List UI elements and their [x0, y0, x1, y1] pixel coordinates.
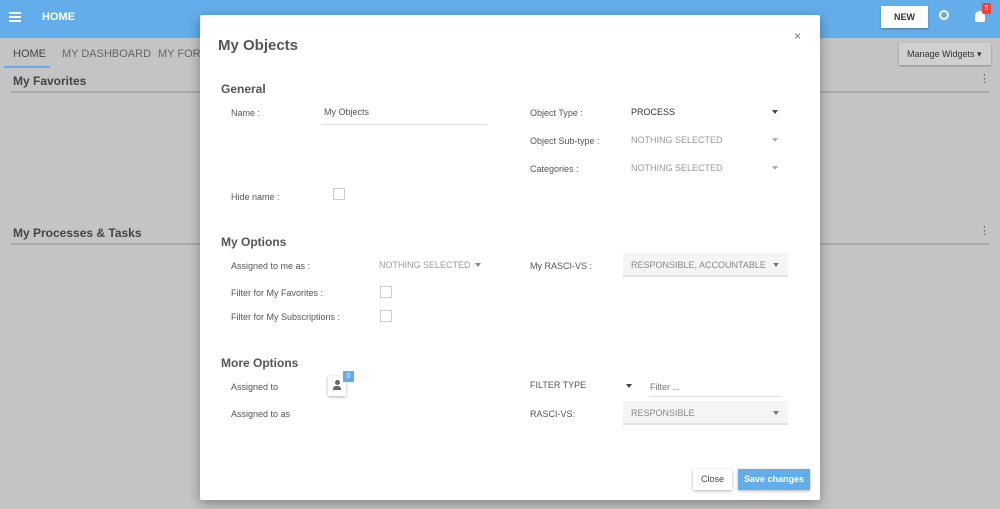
assigned-to-me-value: NOTHING SELECTED [379, 260, 471, 270]
rasci-vs-label: RASCI-VS: [530, 409, 576, 419]
my-rasci-select[interactable]: RESPONSIBLE, ACCOUNTABLE [623, 253, 788, 277]
manage-widgets-label: Manage Widgets [907, 49, 975, 59]
rasci-vs-value: RESPONSIBLE [631, 408, 695, 418]
save-changes-button[interactable]: Save changes [738, 469, 810, 490]
name-label: Name : [231, 108, 261, 118]
notification-badge: 5 [982, 3, 991, 14]
chevron-down-icon [475, 263, 481, 267]
my-rasci-value: RESPONSIBLE, ACCOUNTABLE [631, 260, 766, 270]
assigned-to-me-select[interactable]: NOTHING SELECTED [372, 255, 487, 275]
more-options-icon[interactable]: ⋮ [979, 224, 990, 237]
manage-widgets-button[interactable]: Manage Widgets ▾ [899, 43, 991, 65]
search-icon[interactable] [939, 10, 949, 20]
my-options-heading: My Options [221, 235, 287, 249]
object-type-select[interactable]: PROCESS [623, 101, 788, 121]
assigned-count-badge: 0 [343, 371, 354, 382]
chevron-down-icon [772, 166, 778, 170]
active-tab-indicator [4, 66, 50, 68]
chevron-down-icon [773, 411, 779, 415]
general-heading: General [221, 82, 266, 96]
filter-favorites-checkbox[interactable] [380, 286, 392, 298]
chevron-down-icon [772, 110, 778, 114]
filter-favorites-label: Filter for My Favorites : [231, 288, 324, 298]
chevron-down-icon [772, 138, 778, 142]
chevron-down-icon [773, 263, 779, 267]
sub-type-value: NOTHING SELECTED [631, 135, 723, 145]
assigned-to-me-label: Assigned to me as : [231, 261, 311, 271]
assigned-to-label: Assigned to [231, 382, 279, 392]
close-button[interactable]: Close [693, 469, 732, 490]
menu-icon[interactable] [9, 12, 21, 22]
categories-value: NOTHING SELECTED [631, 163, 723, 173]
more-options-icon[interactable]: ⋮ [979, 72, 990, 85]
my-rasci-label: My RASCI-VS : [530, 261, 593, 271]
modal-title: My Objects [218, 37, 299, 54]
object-type-label: Object Type : [530, 108, 583, 118]
name-input[interactable]: My Objects [322, 107, 487, 125]
hide-name-label: Hide name : [231, 192, 280, 202]
object-type-value: PROCESS [631, 107, 676, 117]
filter-type-label: FILTER TYPE [530, 380, 587, 390]
assigned-to-as-label: Assigned to as [231, 409, 291, 419]
more-options-heading: More Options [221, 356, 299, 370]
close-icon[interactable]: × [794, 29, 801, 43]
filter-subscriptions-checkbox[interactable] [380, 310, 392, 322]
filter-type-dropdown-icon[interactable] [626, 384, 632, 388]
hide-name-checkbox[interactable] [333, 188, 345, 200]
categories-label: Categories : [530, 164, 579, 174]
panel-title-favorites: My Favorites [13, 74, 87, 88]
tab-my-dashboard[interactable]: MY DASHBOARD [62, 48, 151, 60]
my-objects-modal: My Objects × General Name : My Objects O… [200, 15, 820, 500]
sub-type-label: Object Sub-type : [530, 136, 600, 146]
new-button[interactable]: NEW [881, 6, 928, 28]
tab-home[interactable]: HOME [13, 48, 46, 60]
sub-type-select[interactable]: NOTHING SELECTED [623, 129, 788, 149]
header-title: HOME [42, 11, 75, 23]
filter-input[interactable] [650, 377, 780, 397]
categories-select[interactable]: NOTHING SELECTED [623, 157, 788, 177]
panel-title-processes: My Processes & Tasks [13, 226, 142, 240]
rasci-vs-select[interactable]: RESPONSIBLE [623, 401, 788, 425]
user-icon [333, 380, 341, 390]
filter-subscriptions-label: Filter for My Subscriptions : [231, 312, 341, 322]
